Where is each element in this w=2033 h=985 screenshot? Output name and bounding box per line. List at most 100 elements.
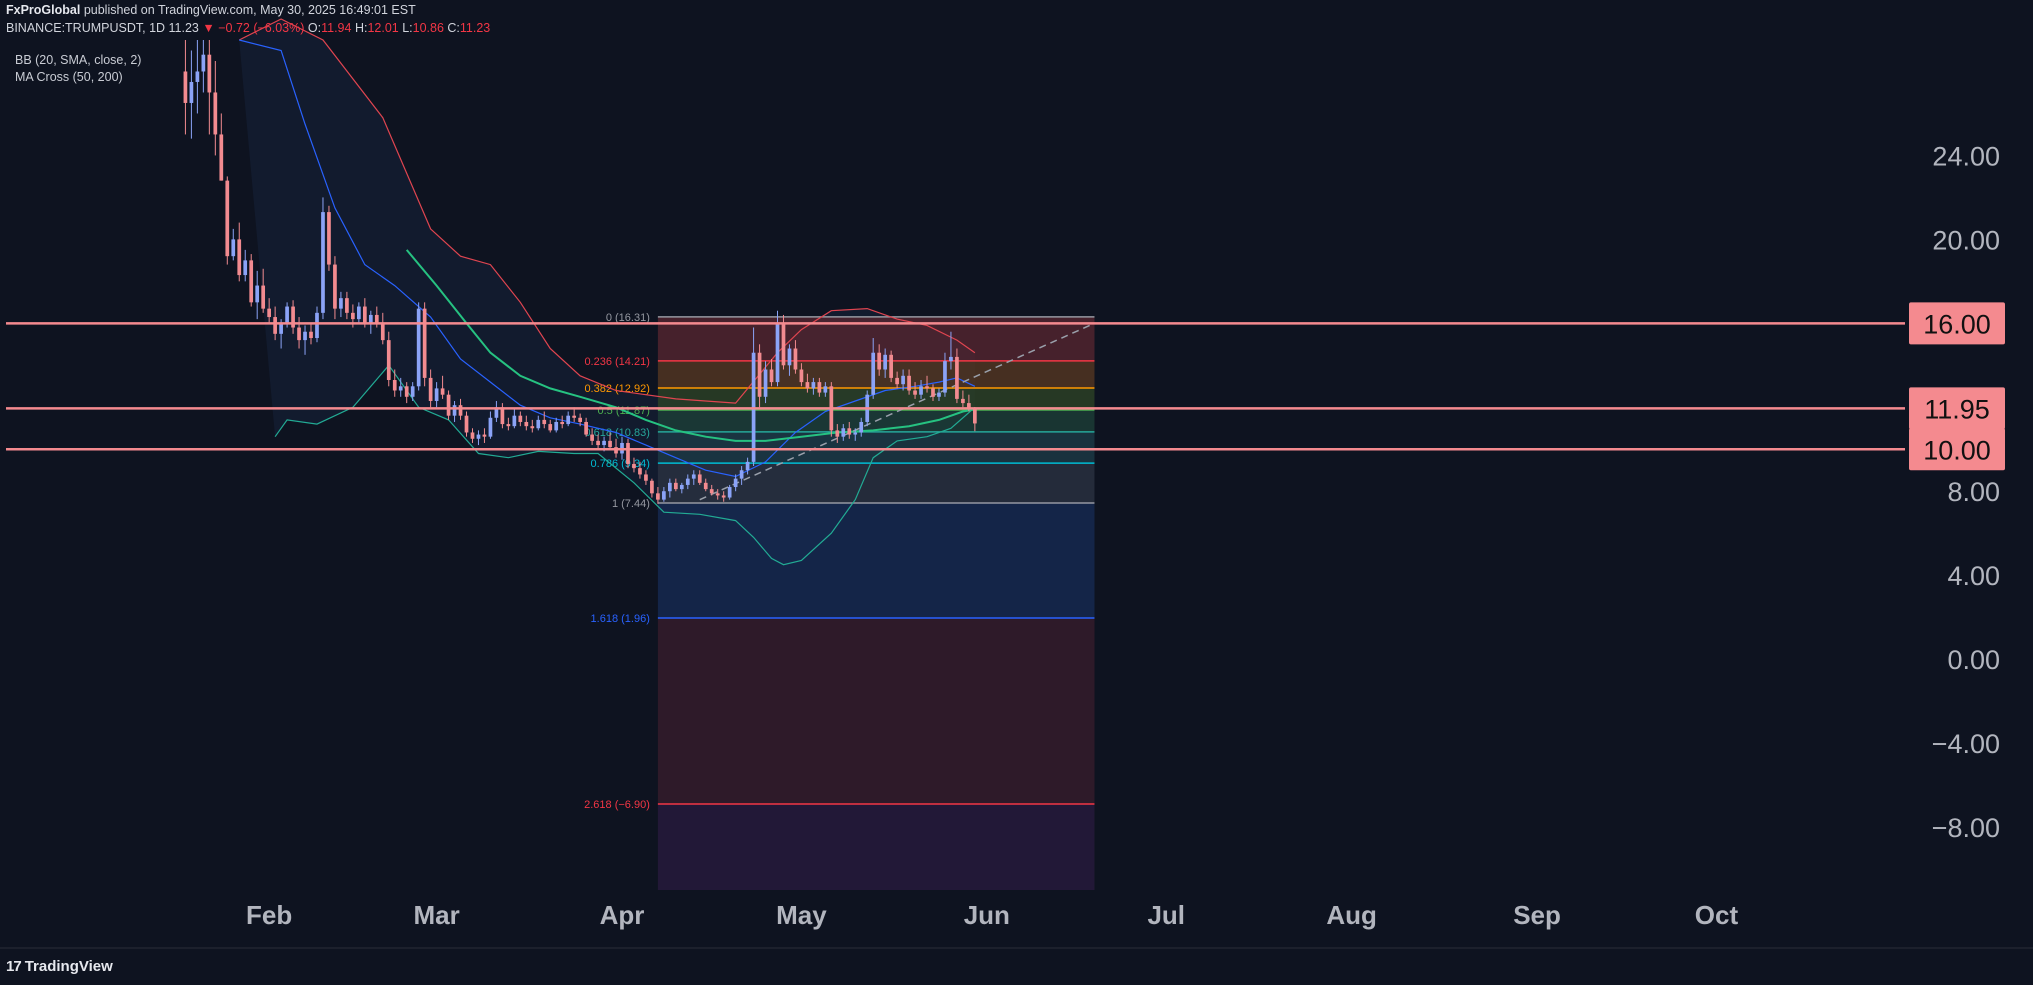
- candle-body: [913, 390, 917, 395]
- candle-body: [303, 331, 307, 341]
- candle-body: [727, 487, 732, 498]
- publisher-name[interactable]: FxProGlobal: [6, 3, 80, 17]
- candle-body: [715, 493, 720, 496]
- candle-body: [793, 348, 798, 370]
- candle-body: [380, 323, 385, 341]
- candle-body: [566, 415, 571, 425]
- candle-body: [386, 340, 391, 380]
- candle-body: [201, 54, 206, 72]
- candle-body: [512, 415, 517, 427]
- candle-body: [835, 430, 840, 437]
- y-tick-label: −8.00: [1932, 813, 2000, 843]
- candle-body: [572, 415, 577, 418]
- fib-band-1: [657, 360, 1095, 388]
- fibonacci-retracement[interactable]: 0 (16.31)0.236 (14.21)0.382 (12.92)0.5 (…: [584, 312, 1095, 890]
- close-label: C:: [447, 21, 460, 35]
- candle-body: [811, 382, 816, 389]
- candle-body: [428, 377, 433, 401]
- candle-body: [871, 352, 876, 395]
- candle-body: [518, 415, 523, 422]
- candle-body: [446, 394, 451, 416]
- candle-body: [895, 377, 899, 385]
- candle-body: [452, 405, 457, 416]
- symbol-name[interactable]: BINANCE:TRUMPUSDT, 1D: [6, 21, 165, 35]
- tradingview-logo[interactable]: 17 TradingView: [6, 958, 113, 975]
- candle: [422, 302, 427, 387]
- x-tick-label: Sep: [1513, 900, 1561, 930]
- candle-body: [781, 323, 786, 366]
- candle-body: [739, 470, 744, 479]
- candle-body: [285, 306, 289, 324]
- candle-body: [817, 382, 822, 393]
- candle-body: [362, 306, 367, 324]
- candle-body: [267, 308, 272, 318]
- price-chart[interactable]: 0 (16.31)0.236 (14.21)0.382 (12.92)0.5 (…: [0, 0, 2033, 985]
- candle: [446, 390, 451, 420]
- fib-band-2: [657, 387, 1095, 411]
- candle-body: [530, 426, 535, 429]
- candle-body: [632, 463, 636, 469]
- candle-body: [231, 239, 236, 257]
- candle-body: [745, 461, 750, 471]
- candle-body: [638, 468, 642, 475]
- indicator-bb-legend[interactable]: BB (20, SMA, close, 2): [15, 53, 141, 67]
- candle-body: [901, 375, 905, 385]
- publish-info: FxProGlobal published on TradingView.com…: [6, 3, 416, 17]
- x-tick-label: Jul: [1147, 900, 1185, 930]
- candle-body: [644, 474, 648, 481]
- down-arrow-icon: ▼: [202, 21, 215, 35]
- candle-body: [703, 482, 708, 490]
- candle-body: [404, 386, 409, 397]
- fib-band-7: [657, 618, 1095, 804]
- candle-body: [925, 386, 929, 389]
- candle-body: [596, 440, 600, 446]
- level-price-label-2: 10.00: [1923, 435, 1991, 465]
- candle-body: [416, 308, 421, 387]
- candle-body: [949, 356, 953, 362]
- candle-body: [769, 369, 774, 383]
- x-tick-label: Jun: [964, 900, 1010, 930]
- candle-body: [709, 489, 714, 494]
- candle-body: [656, 493, 660, 500]
- candle-body: [524, 421, 529, 427]
- candle-body: [733, 478, 738, 488]
- candle-body: [602, 440, 606, 446]
- high-label: H:: [354, 21, 368, 35]
- candle-body: [679, 484, 684, 490]
- candle-body: [578, 417, 582, 422]
- candle-body: [626, 442, 630, 464]
- candle-body: [805, 382, 810, 389]
- candle: [626, 438, 630, 469]
- indicator-ma-legend[interactable]: MA Cross (50, 200): [15, 70, 123, 84]
- candle-body: [877, 352, 882, 370]
- candle-body: [333, 264, 337, 309]
- candle-body: [189, 81, 194, 103]
- candle-body: [315, 312, 319, 339]
- candle: [225, 176, 230, 265]
- candle-body: [243, 260, 248, 276]
- candle-body: [584, 421, 588, 435]
- brand-name: TradingView: [24, 958, 113, 975]
- candle-body: [907, 375, 911, 391]
- candle-body: [213, 92, 218, 135]
- fib-level-label-8: 2.618 (−6.90): [584, 799, 650, 811]
- low-value: 10.86: [412, 21, 444, 35]
- candle-body: [662, 491, 666, 500]
- candle-body: [482, 434, 487, 437]
- candle-body: [859, 421, 864, 433]
- candle-body: [488, 417, 493, 437]
- candle-body: [219, 134, 224, 181]
- candle-body: [410, 386, 415, 397]
- x-tick-label: Oct: [1695, 900, 1739, 930]
- candle-body: [889, 354, 893, 378]
- candle-body: [398, 386, 403, 391]
- candle-body: [608, 440, 612, 448]
- candle-body: [548, 424, 553, 431]
- fib-level-label-2: 0.382 (12.92): [584, 383, 649, 395]
- y-tick-label: 0.00: [1947, 645, 2000, 675]
- candle-body: [919, 386, 923, 395]
- candle-body: [943, 361, 947, 393]
- candle-body: [667, 482, 672, 492]
- open-value: 11.94: [321, 21, 352, 35]
- symbol-legend: BINANCE:TRUMPUSDT, 1D 11.23 ▼ −0.72 (−6.…: [6, 21, 490, 35]
